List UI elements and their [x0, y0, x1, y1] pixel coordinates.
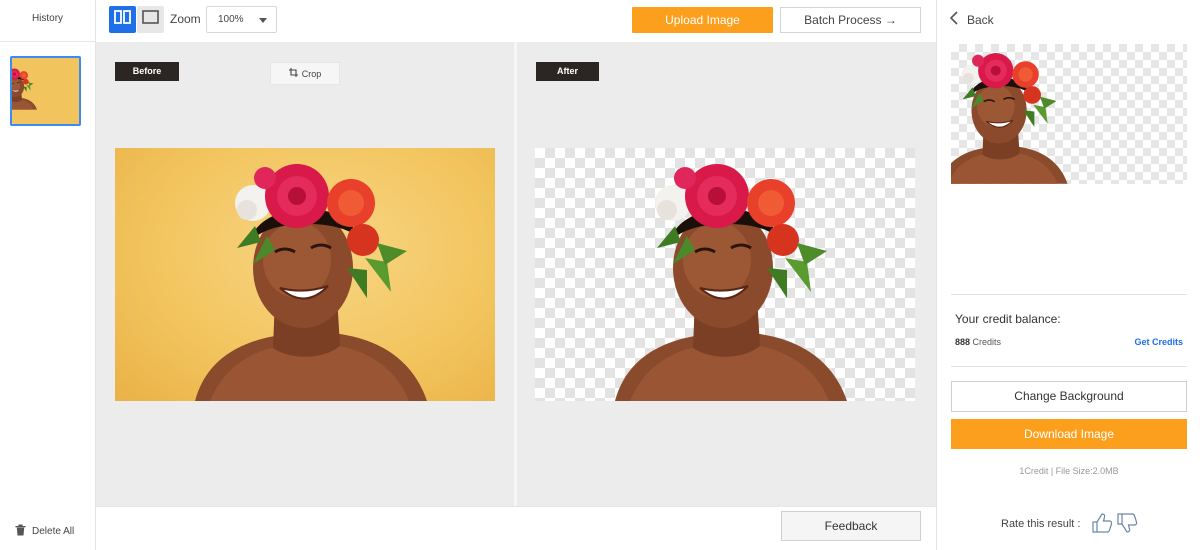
- after-tag: After: [536, 62, 599, 81]
- thumbs-up-icon[interactable]: [1091, 512, 1113, 534]
- top-toolbar: Zoom 100% Upload Image Batch Process →: [96, 0, 936, 42]
- result-preview: [951, 44, 1187, 184]
- rate-result-label: Rate this result :: [1001, 518, 1081, 530]
- divider-line: [951, 366, 1187, 367]
- crop-button[interactable]: Crop: [270, 62, 340, 85]
- workspace-footer: Feedback: [96, 506, 936, 550]
- zoom-value: 100%: [218, 14, 244, 25]
- upload-image-button[interactable]: Upload Image: [632, 7, 773, 33]
- split-view-button[interactable]: [109, 6, 136, 33]
- after-panel: After: [517, 42, 936, 506]
- delete-all-label: Delete All: [32, 526, 75, 537]
- trash-icon: [15, 524, 26, 539]
- history-sidebar: History Delete All: [0, 0, 96, 550]
- single-view-button[interactable]: [137, 6, 164, 33]
- credit-unit: Credits: [972, 337, 1002, 347]
- feedback-button[interactable]: Feedback: [781, 511, 921, 541]
- before-tag: Before: [115, 62, 179, 81]
- delete-all-button[interactable]: Delete All: [15, 524, 74, 539]
- batch-process-button[interactable]: Batch Process →: [780, 7, 921, 33]
- back-label: Back: [967, 12, 994, 27]
- crop-icon: [288, 68, 298, 79]
- result-sidebar: Back Your credit balance: 888 Credits Ge…: [936, 0, 1200, 550]
- divider-line: [951, 294, 1187, 295]
- chevron-left-icon: [949, 11, 958, 28]
- thumbs-down-icon[interactable]: [1116, 512, 1138, 534]
- zoom-label: Zoom: [170, 12, 201, 26]
- credit-balance-label: Your credit balance:: [955, 312, 1061, 326]
- change-background-button[interactable]: Change Background: [951, 381, 1187, 412]
- zoom-select[interactable]: 100%: [206, 6, 277, 33]
- history-title: History: [0, 0, 95, 42]
- result-photo: [535, 148, 915, 401]
- crop-label: Crop: [301, 68, 322, 79]
- before-panel: Before Crop: [96, 42, 514, 506]
- back-button[interactable]: Back: [949, 11, 994, 28]
- split-view-icon: [114, 10, 131, 29]
- app-window: History Delete All Zoom 100% Upload Imag…: [0, 0, 1200, 550]
- credit-number: 888: [955, 337, 971, 347]
- credit-count: 888 Credits: [955, 337, 1001, 347]
- single-view-icon: [142, 10, 159, 29]
- history-thumbnail-image: [12, 58, 79, 124]
- file-info: 1Credit | File Size:2.0MB: [1019, 466, 1119, 476]
- get-credits-link[interactable]: Get Credits: [1134, 337, 1183, 347]
- chevron-down-icon: [259, 18, 267, 23]
- history-thumbnail[interactable]: [10, 56, 81, 126]
- original-photo: [115, 148, 495, 401]
- download-image-button[interactable]: Download Image: [951, 419, 1187, 449]
- compare-workspace: Before Crop After: [96, 42, 936, 506]
